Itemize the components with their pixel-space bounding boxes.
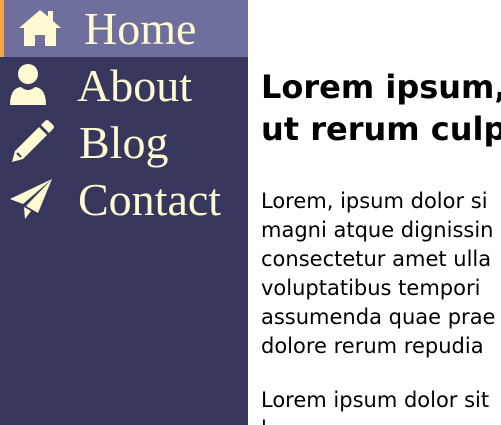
paragraph-line: consectetur amet ulla [261, 247, 492, 271]
paragraph-line: voluptatibus tempori [261, 276, 481, 300]
user-icon [6, 63, 54, 107]
paragraph-line: l [261, 415, 489, 425]
article-title-line: ut rerum culp [261, 110, 501, 148]
nav-label-contact: Contact [78, 174, 222, 225]
nav-label-blog: Blog [79, 117, 169, 168]
paragraph-line: dolore rerum repudia [261, 334, 484, 358]
article-title-line: Lorem ipsum, [261, 68, 501, 106]
sidebar-nav: Home About Blog Contact [0, 0, 248, 425]
paragraph-line: magni atque dignissin [261, 218, 494, 242]
article-paragraph: Lorem, ipsum dolor si magni atque dignis… [261, 187, 495, 361]
nav-item-contact[interactable]: Contact [0, 171, 248, 228]
page: Home About Blog Contact Lorem ipsum, ut … [0, 0, 501, 425]
paragraph-line: assumenda quae prae [261, 305, 496, 329]
paper-plane-icon [8, 177, 56, 221]
nav-label-home: Home [84, 3, 197, 54]
paragraph-line: Lorem ipsum dolor sit [261, 388, 490, 412]
paragraph-line: Lorem, ipsum dolor si [261, 189, 488, 213]
article-paragraph: Lorem ipsum dolor sit l [261, 386, 489, 425]
nav-item-blog[interactable]: Blog [0, 114, 248, 171]
nav-item-about[interactable]: About [0, 57, 248, 114]
pencil-icon [8, 120, 56, 164]
nav-item-home[interactable]: Home [0, 0, 248, 57]
nav-label-about: About [77, 60, 192, 111]
article-title: Lorem ipsum, ut rerum culp [261, 66, 501, 150]
home-icon [16, 6, 64, 50]
